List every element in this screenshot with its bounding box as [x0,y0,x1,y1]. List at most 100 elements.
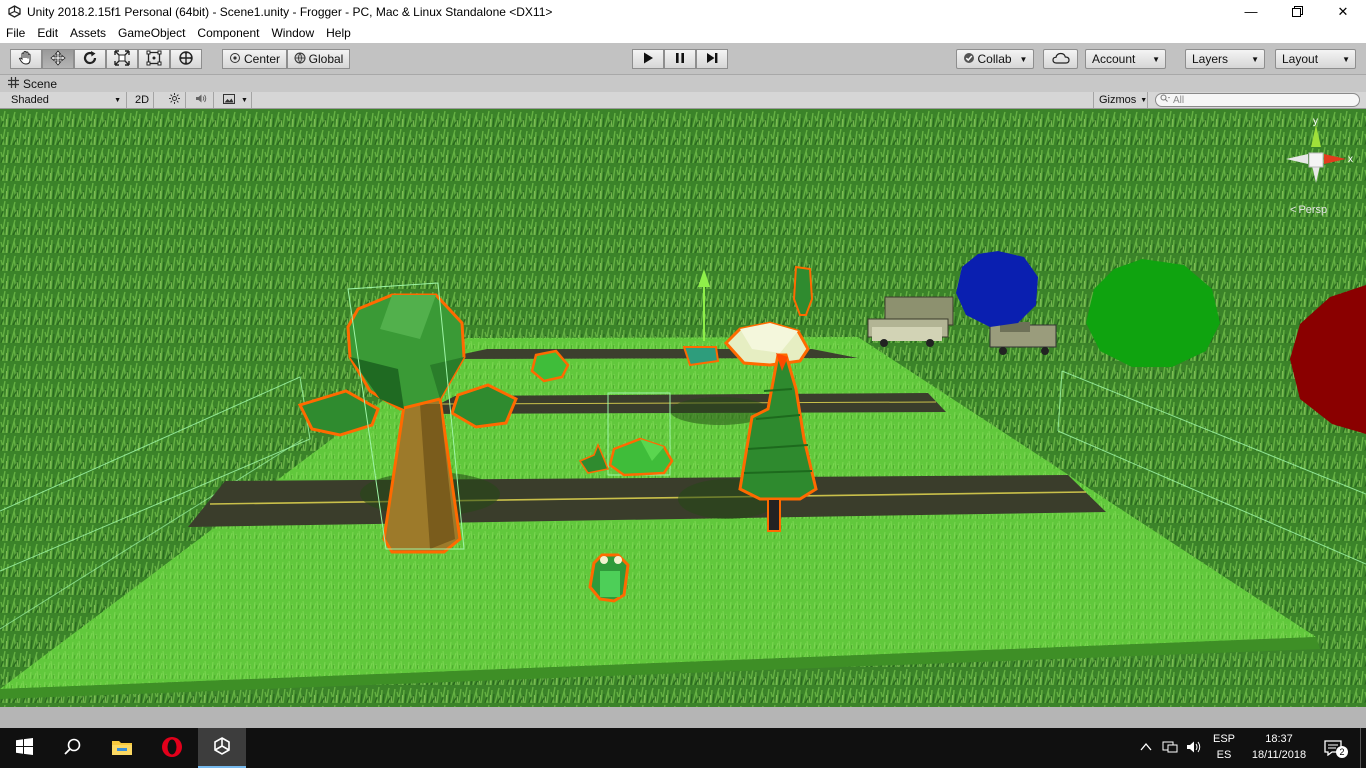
system-clock[interactable]: 18:37 18/11/2018 [1244,731,1314,763]
chevron-down-icon: ▼ [1140,96,1148,104]
draw-mode-label: Shaded [11,94,49,106]
gizmo-y-label: y [1313,116,1318,127]
gizmos-label: Gizmos [1099,94,1137,106]
scene-canvas[interactable]: y x < Persp [0,109,1366,707]
globe-icon [294,52,306,67]
sun-icon [169,93,180,107]
space-label: Global [308,52,344,66]
close-icon[interactable]: ✕ [1320,0,1366,23]
transform-tool-button[interactable] [170,49,202,69]
move-tool-button[interactable] [42,49,74,69]
windows-logo-icon [15,738,33,758]
audio-toggle[interactable] [190,92,214,108]
unity-icon [212,736,232,759]
image-icon [223,93,235,107]
scale-icon [114,49,130,69]
chevron-down-icon: ▼ [1342,54,1350,64]
layout-label: Layout [1282,52,1319,66]
menu-component[interactable]: Component [191,23,265,43]
rect-tool-button[interactable] [138,49,170,69]
search-icon [63,738,81,758]
search-button[interactable] [48,728,96,768]
hand-tool-button[interactable] [10,49,42,69]
play-button[interactable] [632,49,664,69]
search-placeholder: All [1173,94,1185,106]
unity-taskbar-button[interactable] [198,728,246,768]
pivot-center-button[interactable]: Center [222,49,287,69]
move-icon [50,49,66,69]
action-center-button[interactable]: 2 [1322,738,1348,760]
scene-tab[interactable]: Scene [0,75,1366,92]
transform-tools [10,49,202,69]
editor-bottom-band [0,707,1366,728]
lang-bottom: ES [1216,749,1232,761]
transform-icon [178,50,194,69]
volume-icon[interactable] [1186,740,1202,757]
menu-gameobject[interactable]: GameObject [112,23,191,43]
space-global-button[interactable]: Global [287,49,350,69]
collab-check-icon [963,52,975,67]
menu-window[interactable]: Window [265,23,320,43]
menu-edit[interactable]: Edit [31,23,64,43]
lighting-toggle[interactable] [164,92,186,108]
account-dropdown[interactable]: Account ▼ [1085,49,1166,69]
menu-file[interactable]: File [0,23,31,43]
mode-2d-toggle[interactable]: 2D [130,92,154,108]
pivot-toggles: Center Global [222,49,350,69]
pivot-label: Center [243,52,281,66]
main-toolbar: Center Global Collab ▼ Account ▼ Layers … [0,43,1366,75]
layers-dropdown[interactable]: Layers ▼ [1185,49,1265,69]
file-explorer-button[interactable] [98,728,146,768]
restore-icon[interactable] [1274,0,1320,23]
hierarchy-search-input[interactable]: All [1155,93,1360,107]
menu-bar: File Edit Assets GameObject Component Wi… [0,23,1366,43]
rotate-tool-button[interactable] [74,49,106,69]
rect-icon [146,50,162,69]
draw-mode-dropdown[interactable]: Shaded ▼ [6,92,127,108]
notification-count-badge: 2 [1336,746,1348,758]
title-bar: Unity 2018.2.15f1 Personal (64bit) - Sce… [0,0,1366,23]
chevron-down-icon: ▼ [1019,54,1028,64]
rotate-icon [82,50,98,69]
chevron-down-icon: ▼ [1251,54,1259,64]
step-icon [705,51,719,68]
network-icon[interactable] [1162,740,1178,757]
search-icon [1160,94,1171,106]
pause-button[interactable] [664,49,696,69]
language-indicator[interactable]: ESP ES [1208,731,1240,763]
play-icon [641,51,655,68]
layers-label: Layers [1192,52,1229,66]
frog-player[interactable] [588,553,630,603]
menu-help[interactable]: Help [320,23,357,43]
step-button[interactable] [696,49,728,69]
show-desktop-button[interactable] [1360,728,1366,768]
scene-control-bar: Shaded ▼ 2D ▼ Gizmos ▼ All [0,92,1366,109]
layout-dropdown[interactable]: Layout ▼ [1275,49,1356,69]
minimize-icon[interactable]: — [1228,0,1274,23]
persp-label: Persp [1298,204,1327,216]
opera-button[interactable] [148,728,196,768]
hand-icon [18,50,34,69]
windows-taskbar: ESP ES 18:37 18/11/2018 2 [0,728,1366,768]
account-label: Account [1092,52,1136,66]
speaker-icon [195,93,207,107]
effects-dropdown[interactable]: ▼ [218,92,252,108]
collab-label: Collab [977,52,1012,66]
gizmo-persp-label[interactable]: < Persp [1290,204,1327,216]
scale-tool-button[interactable] [106,49,138,69]
chevron-down-icon: ▼ [241,96,248,104]
pivot-icon [229,52,241,67]
start-button[interactable] [0,728,48,768]
mode-2d-label: 2D [135,94,150,106]
gizmos-dropdown[interactable]: Gizmos ▼ [1093,92,1148,108]
scene-grid-icon [8,76,19,91]
scene-viewport[interactable]: y x < Persp [0,109,1366,707]
clock-date: 18/11/2018 [1251,749,1307,761]
persp-arrow-icon: < [1290,204,1296,216]
chevron-down-icon: ▼ [1152,54,1160,64]
folder-icon [111,738,133,759]
tray-chevron-up-icon[interactable] [1140,740,1152,757]
cloud-button[interactable] [1043,49,1078,69]
menu-assets[interactable]: Assets [64,23,112,43]
collab-dropdown[interactable]: Collab ▼ [956,49,1034,69]
